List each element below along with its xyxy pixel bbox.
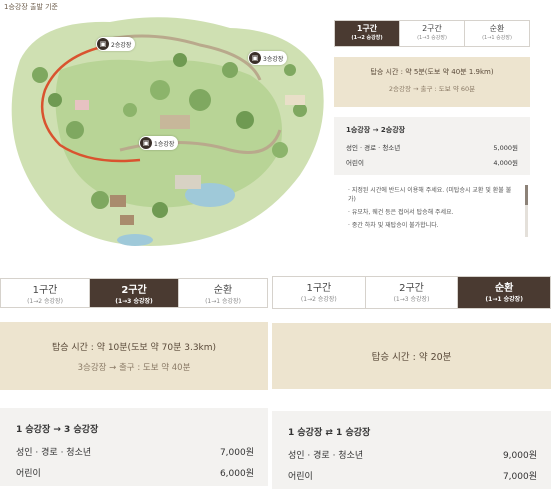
tab-label: 2구간: [121, 285, 147, 296]
bus-icon: ▣: [140, 137, 152, 149]
tab-sub: (1→3 승강장): [393, 296, 430, 303]
fare-box: 1 승강장 ⇄ 1 승강장 성인 · 경로 · 청소년 9,000원 어린이 7…: [272, 411, 551, 489]
fare-label: 어린이: [16, 469, 41, 479]
park-map-illustration: [0, 0, 334, 262]
fare-price: 5,000원: [493, 144, 518, 152]
fare-label: 어린이: [346, 159, 364, 167]
fare-price: 6,000원: [219, 469, 254, 479]
note-text: 중간 하차 및 재탑승이 불가합니다.: [351, 222, 439, 229]
tab-section2[interactable]: 2구간 (1→3 승강장): [90, 279, 179, 307]
ride-info-box: 탑승 시간 : 약 20분: [272, 323, 551, 389]
fare-box: 1승강장 → 2승강장 성인 · 경로 · 청소년 5,000원 어린이 4,0…: [334, 117, 530, 175]
station-2-label: 2승강장: [111, 41, 132, 49]
tab-sub: (1→3 승강장): [115, 298, 153, 305]
note-text: 지정된 시간에 반드시 이용해 주세요. (미탑승시 교환 및 환불 불가): [348, 187, 512, 203]
tab-section2[interactable]: 2구간 (1→3 승강장): [365, 277, 459, 308]
fare-row-adult: 성인 · 경로 · 청소년 9,000원: [288, 448, 537, 461]
ride-info-box: 탑승 시간 : 약 5분(도보 약 40분 1.9km) 2승강장 → 출구 :…: [334, 57, 530, 107]
fare-panel-section1: 1구간 (1→2 승강장) 2구간 (1→3 승강장) 순환 (1→1 승강장)…: [334, 20, 530, 260]
tab-section1[interactable]: 1구간 (1→2 승강장): [1, 279, 90, 307]
fare-price: 9,000원: [502, 451, 537, 461]
tab-sub: (1→1 승강장): [205, 298, 241, 305]
fare-panel-loop: 1구간 (1→2 승강장) 2구간 (1→3 승강장) 순환 (1→1 승강장)…: [272, 276, 551, 489]
note-text: 유모차, 웨건 등은 접어서 탑승해 주세요.: [351, 209, 454, 216]
station-1-label: 1승강장: [154, 140, 175, 148]
fare-box: 1 승강장 → 3 승강장 성인 · 경로 · 청소년 7,000원 어린이 6…: [0, 408, 268, 486]
section-tabs: 1구간 (1→2 승강장) 2구간 (1→3 승강장) 순환 (1→1 승강장): [334, 20, 530, 47]
fare-price: 4,000원: [493, 159, 518, 167]
bus-icon: ▣: [249, 52, 261, 64]
scrollbar-thumb[interactable]: [525, 185, 528, 205]
tab-loop[interactable]: 순환 (1→1 승강장): [458, 277, 551, 308]
ride-time: 탑승 시간 : 약 10분(도보 약 70분 3.3km): [51, 343, 217, 353]
bus-icon: ▣: [97, 38, 109, 50]
fare-price: 7,000원: [502, 472, 537, 482]
tab-sub: (1→2 승강장): [27, 298, 63, 305]
tab-section1[interactable]: 1구간 (1→2 승강장): [273, 277, 366, 308]
tab-section2[interactable]: 2구간 (1→3 승강장): [400, 21, 465, 46]
note-item: · 유모차, 웨건 등은 접어서 탑승해 주세요.: [348, 209, 454, 216]
station-2-pin[interactable]: ▣ 2승강장: [96, 37, 136, 51]
tab-sub: (1→1 승강장): [482, 35, 512, 41]
park-map: 1승강장 출발 기준 ▣ 2승강장 ▣ 3승강장 ▣ 1승강장: [0, 0, 334, 262]
fare-row-adult: 성인 · 경로 · 청소년 7,000원: [16, 445, 254, 458]
tab-label: 1구간: [32, 285, 58, 296]
section-tabs: 1구간 (1→2 승강장) 2구간 (1→3 승강장) 순환 (1→1 승강장): [0, 278, 268, 308]
tab-section1[interactable]: 1구간 (1→2 승강장): [335, 21, 400, 46]
fare-price: 7,000원: [219, 448, 254, 458]
ride-time: 탑승 시간 : 약 20분: [371, 352, 452, 363]
fare-label: 성인 · 경로 · 청소년: [288, 451, 364, 461]
section-tabs: 1구간 (1→2 승강장) 2구간 (1→3 승강장) 순환 (1→1 승강장): [272, 276, 551, 309]
tab-label: 2구간: [422, 24, 442, 33]
fare-label: 성인 · 경로 · 청소년: [346, 144, 401, 152]
fare-label: 어린이: [288, 472, 313, 482]
tab-sub: (1→2 승강장): [300, 296, 337, 303]
station-3-label: 3승강장: [263, 55, 284, 63]
tab-loop[interactable]: 순환 (1→1 승강장): [179, 279, 267, 307]
station-3-pin[interactable]: ▣ 3승강장: [248, 51, 288, 65]
walk-route: 3승강장 → 출구 : 도보 약 40분: [77, 363, 191, 373]
fare-row-adult: 성인 · 경로 · 청소년 5,000원: [346, 142, 518, 152]
tab-label: 1구간: [356, 24, 378, 33]
station-1-pin[interactable]: ▣ 1승강장: [139, 136, 179, 150]
ride-info-box: 탑승 시간 : 약 10분(도보 약 70분 3.3km) 3승강장 → 출구 …: [0, 322, 268, 390]
fare-route: 1 승강장 ⇄ 1 승강장: [288, 428, 371, 438]
tab-label: 순환: [494, 283, 514, 294]
tab-label: 2구간: [399, 283, 424, 294]
scrollbar-track[interactable]: [525, 185, 528, 237]
walk-route: 2승강장 → 출구 : 도보 약 60분: [388, 85, 476, 93]
tab-sub: (1→3 승강장): [417, 35, 447, 41]
tab-label: 1구간: [306, 283, 332, 294]
map-title: 1승강장 출발 기준: [4, 3, 58, 11]
tab-sub: (1→1 승강장): [485, 296, 523, 303]
tab-label: 순환: [213, 285, 233, 296]
fare-row-child: 어린이 6,000원: [16, 466, 254, 479]
notes-list: · 지정된 시간에 반드시 이용해 주세요. (미탑승시 교환 및 환불 불가)…: [334, 185, 530, 237]
fare-route: 1 승강장 → 3 승강장: [16, 425, 99, 435]
ride-time: 탑승 시간 : 약 5분(도보 약 40분 1.9km): [370, 68, 494, 76]
tab-sub: (1→2 승강장): [351, 35, 383, 41]
fare-route: 1승강장 → 2승강장: [346, 126, 406, 134]
tab-label: 순환: [489, 24, 505, 33]
fare-row-child: 어린이 4,000원: [346, 157, 518, 167]
fare-panel-section2: 1구간 (1→2 승강장) 2구간 (1→3 승강장) 순환 (1→1 승강장)…: [0, 278, 268, 487]
note-item: · 지정된 시간에 반드시 이용해 주세요. (미탑승시 교환 및 환불 불가): [348, 187, 512, 203]
note-item: · 중간 하차 및 재탑승이 불가합니다.: [348, 222, 439, 229]
fare-label: 성인 · 경로 · 청소년: [16, 448, 92, 458]
tab-loop[interactable]: 순환 (1→1 승강장): [465, 21, 529, 46]
fare-row-child: 어린이 7,000원: [288, 469, 537, 482]
